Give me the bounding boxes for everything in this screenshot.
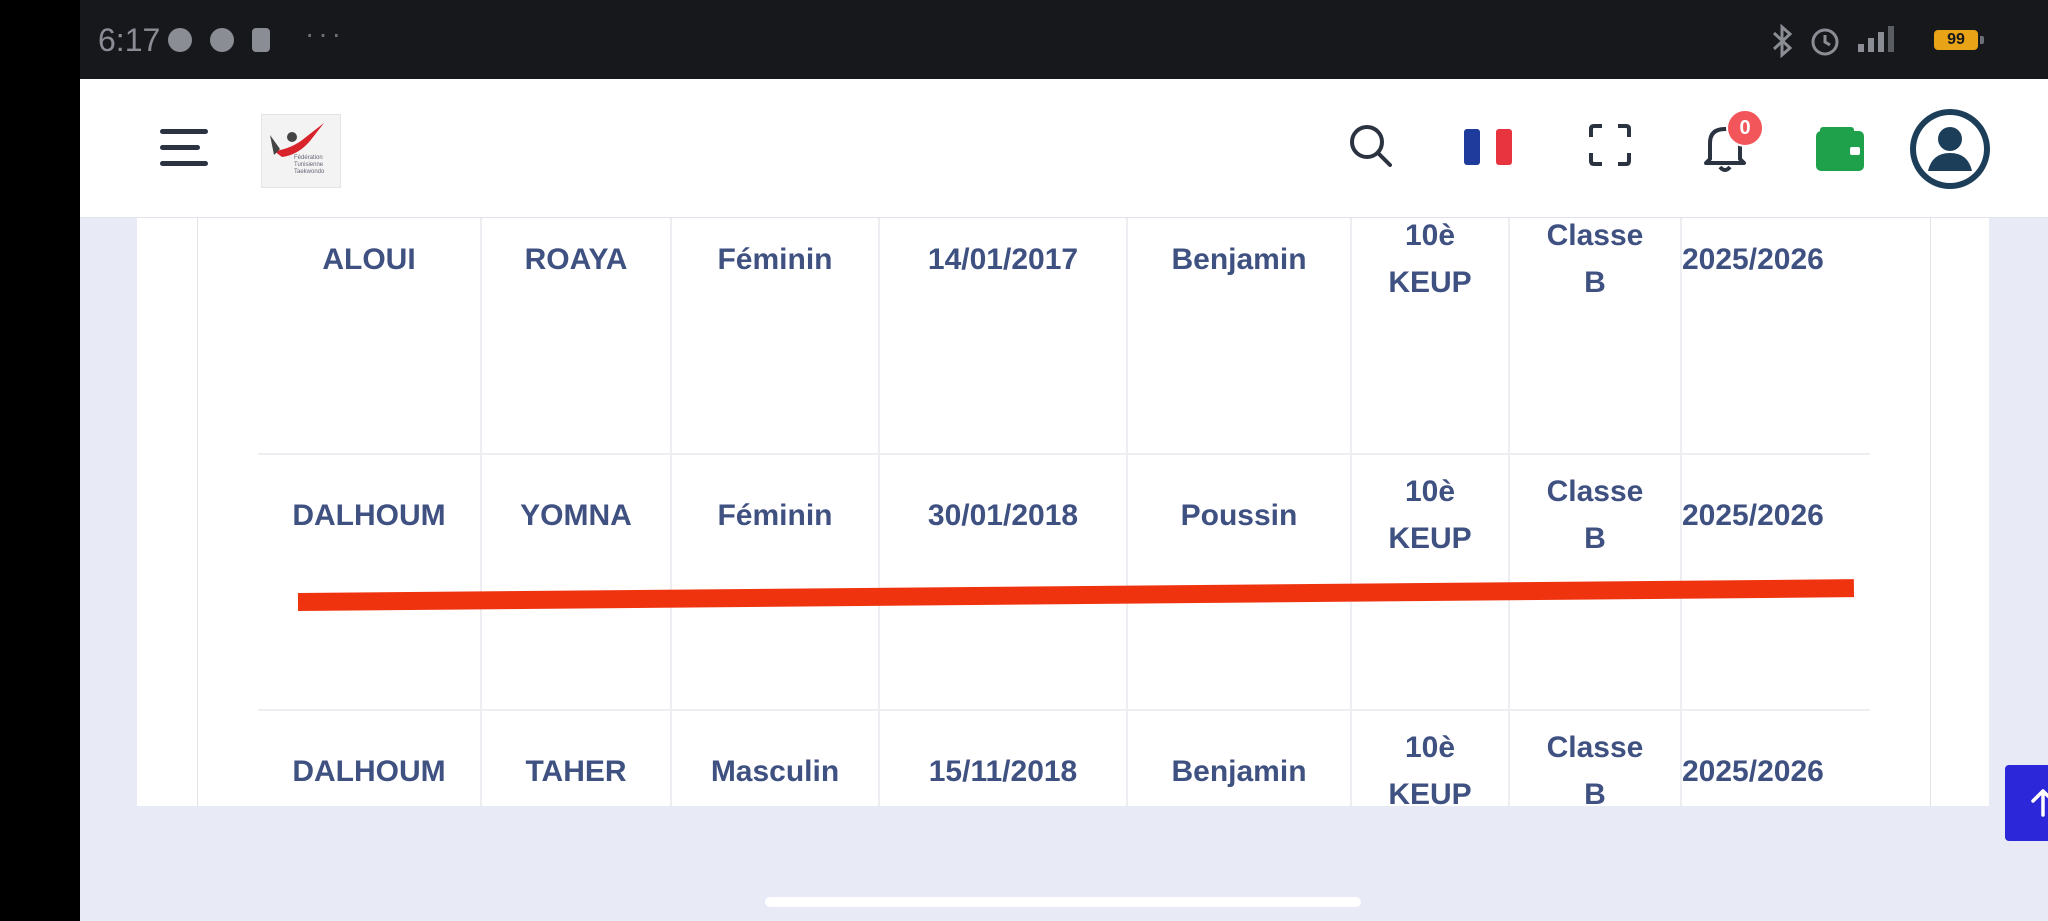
battery-indicator: 99 (1934, 30, 1984, 50)
cell-nom: DALHOUM (292, 754, 446, 788)
status-time: 6:17 (98, 22, 161, 58)
notification-badge: 0 (1726, 109, 1764, 147)
cell-classe: Classe B (1508, 387, 1680, 643)
signal-icon (1858, 26, 1894, 52)
federation-logo[interactable]: Fédération Tunisienne Taekwondo (261, 114, 341, 188)
cell-categorie: Benjamin (1126, 217, 1350, 387)
table-row[interactable]: ALOUI ROAYA Féminin 14/01/2017 Benjamin … (198, 217, 1930, 387)
message-icon (210, 28, 234, 52)
alarm-icon (1811, 28, 1839, 56)
cell-grade: 10è KEUP (1350, 217, 1508, 387)
cell-saison: 2025/2026 (1680, 643, 1870, 806)
menu-icon[interactable] (160, 129, 208, 167)
cell-date-naissance: 14/01/2017 (878, 217, 1126, 387)
cell-sexe: Masculin (670, 643, 878, 806)
cell-classe: Classe B (1508, 217, 1680, 387)
top-navbar: Fédération Tunisienne Taekwondo 0 (80, 79, 2048, 218)
cell-saison: 2025/2026 (1680, 217, 1870, 387)
cell-sexe: Féminin (670, 217, 878, 387)
table-row[interactable]: DALHOUM TAHER Masculin 15/11/2018 Benjam… (198, 643, 1930, 806)
french-flag-icon[interactable] (1464, 129, 1512, 165)
cell-saison: 2025/2026 (1680, 387, 1870, 643)
bluetooth-icon (1772, 24, 1793, 58)
user-avatar-icon[interactable] (1910, 109, 1990, 189)
scroll-to-top-button[interactable] (2005, 765, 2048, 841)
cell-nom: ALOUI (322, 242, 416, 276)
cell-prenom: TAHER (480, 643, 670, 806)
home-indicator[interactable] (765, 897, 1361, 907)
status-bar: 6:17 ··· 99 (80, 0, 2048, 79)
cell-grade: 10è KEUP (1350, 643, 1508, 806)
cell-categorie: Poussin (1126, 387, 1350, 643)
cell-classe: Classe B (1508, 643, 1680, 806)
app-area: Fédération Tunisienne Taekwondo 0 ALOUI … (80, 79, 2048, 921)
athletes-table-card: ALOUI ROAYA Féminin 14/01/2017 Benjamin … (137, 217, 1989, 806)
wallet-icon[interactable] (1816, 127, 1864, 171)
messenger-icon (168, 28, 192, 52)
cell-grade: 10è KEUP (1350, 387, 1508, 643)
cell-date-naissance: 15/11/2018 (878, 643, 1126, 806)
search-icon[interactable] (1348, 123, 1394, 169)
athletes-table: ALOUI ROAYA Féminin 14/01/2017 Benjamin … (197, 217, 1931, 806)
cell-prenom: ROAYA (480, 217, 670, 387)
cell-categorie: Benjamin (1126, 643, 1350, 806)
logo-text: Fédération Tunisienne Taekwondo (294, 155, 325, 175)
clipboard-icon (252, 28, 270, 52)
user-silhouette-icon (1916, 115, 1984, 183)
more-notifications-icon: ··· (305, 18, 345, 49)
fullscreen-icon[interactable] (1588, 123, 1632, 167)
logo-mark-icon (270, 123, 324, 157)
arrow-up-icon (2031, 789, 2048, 817)
